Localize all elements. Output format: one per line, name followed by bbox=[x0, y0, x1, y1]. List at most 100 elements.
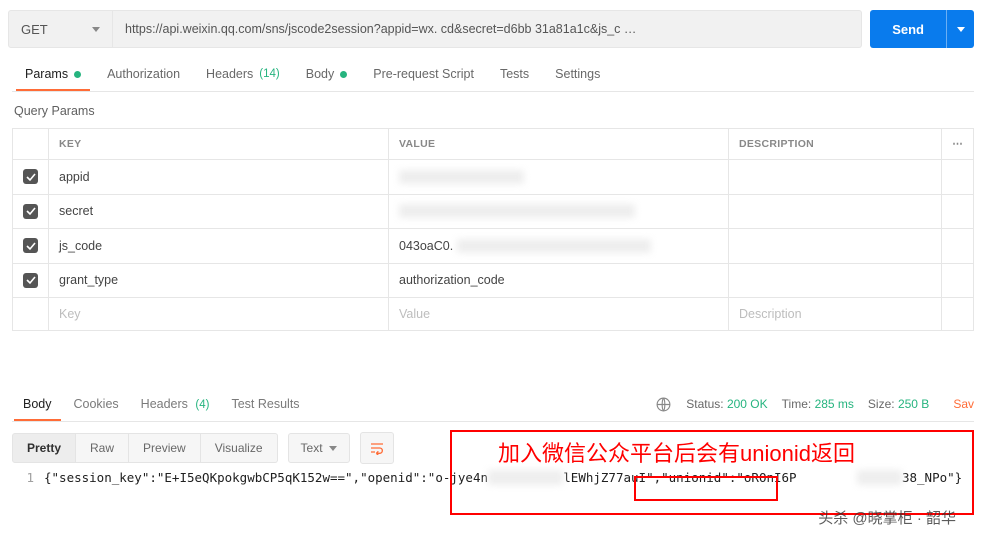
chevron-down-icon bbox=[957, 27, 965, 32]
blurred-value: 012345678901234567 bbox=[399, 170, 524, 184]
key-cell[interactable]: grant_type bbox=[49, 263, 389, 298]
save-response-link[interactable]: Sav bbox=[953, 397, 974, 411]
value-cell[interactable]: 012345678901234567 bbox=[389, 160, 729, 195]
check-icon bbox=[23, 169, 38, 184]
url-text: https://api.weixin.qq.com/sns/jscode2ses… bbox=[125, 22, 636, 36]
checkbox-cell[interactable] bbox=[13, 229, 49, 264]
table-row: grant_type authorization_code bbox=[13, 263, 974, 298]
description-cell[interactable] bbox=[729, 263, 942, 298]
size-block: Size: 250 B bbox=[868, 397, 929, 411]
check-icon bbox=[23, 273, 38, 288]
tab-authorization[interactable]: Authorization bbox=[94, 58, 193, 91]
tab-settings[interactable]: Settings bbox=[542, 58, 613, 91]
checkbox-cell bbox=[13, 298, 49, 331]
request-bar: GET https://api.weixin.qq.com/sns/jscode… bbox=[0, 0, 986, 58]
key-cell[interactable]: appid bbox=[49, 160, 389, 195]
table-row-new: Key Value Description bbox=[13, 298, 974, 331]
tab-prerequest[interactable]: Pre-request Script bbox=[360, 58, 487, 91]
checkbox-cell[interactable] bbox=[13, 263, 49, 298]
rtab-cookies[interactable]: Cookies bbox=[63, 387, 130, 421]
header-check bbox=[13, 129, 49, 160]
more-cell bbox=[942, 298, 974, 331]
active-dot-icon bbox=[340, 71, 347, 78]
header-more[interactable]: ⋯ bbox=[942, 129, 974, 160]
key-cell[interactable]: secret bbox=[49, 194, 389, 229]
type-label: Text bbox=[301, 441, 323, 455]
tab-label: Headers bbox=[206, 67, 253, 81]
response-tabs: Body Cookies Headers (4) Test Results St… bbox=[0, 387, 986, 421]
tab-params[interactable]: Params bbox=[12, 58, 94, 91]
view-raw[interactable]: Raw bbox=[76, 433, 129, 463]
rtab-label: Headers bbox=[141, 397, 188, 411]
view-pretty[interactable]: Pretty bbox=[12, 433, 76, 463]
view-preview[interactable]: Preview bbox=[129, 433, 201, 463]
status-label: Status: bbox=[686, 397, 723, 411]
description-cell[interactable] bbox=[729, 160, 942, 195]
description-cell[interactable] bbox=[729, 229, 942, 264]
tab-tests[interactable]: Tests bbox=[487, 58, 542, 91]
blurred-value: 0123456789012345678901234567890123 bbox=[399, 204, 635, 218]
rtab-headers[interactable]: Headers (4) bbox=[130, 387, 221, 421]
checkbox-cell[interactable] bbox=[13, 160, 49, 195]
request-tabs: Params Authorization Headers (14) Body P… bbox=[0, 58, 986, 91]
method-label: GET bbox=[21, 22, 48, 37]
check-icon bbox=[23, 204, 38, 219]
headers-count: (14) bbox=[259, 68, 279, 80]
watermark: 头杀 @晓掌柜 · 韶华 bbox=[818, 507, 956, 528]
key-cell[interactable]: js_code bbox=[49, 229, 389, 264]
size-value: 250 B bbox=[898, 397, 929, 411]
send-button-group: Send bbox=[870, 10, 974, 48]
view-visualize[interactable]: Visualize bbox=[201, 433, 278, 463]
rtab-testresults[interactable]: Test Results bbox=[220, 387, 310, 421]
chevron-down-icon bbox=[329, 446, 337, 451]
highlight-box-outer bbox=[450, 430, 974, 515]
key-placeholder[interactable]: Key bbox=[49, 298, 389, 331]
checkbox-cell[interactable] bbox=[13, 194, 49, 229]
time-value: 285 ms bbox=[815, 397, 854, 411]
more-cell bbox=[942, 194, 974, 229]
header-description: DESCRIPTION bbox=[729, 129, 942, 160]
status-value: 200 OK bbox=[727, 397, 768, 411]
table-row: secret 012345678901234567890123456789012… bbox=[13, 194, 974, 229]
size-label: Size: bbox=[868, 397, 895, 411]
send-options-button[interactable] bbox=[946, 10, 974, 48]
tab-label: Params bbox=[25, 67, 68, 81]
active-dot-icon bbox=[74, 71, 81, 78]
tab-body[interactable]: Body bbox=[293, 58, 361, 91]
tab-label: Body bbox=[306, 67, 335, 81]
description-placeholder[interactable]: Description bbox=[729, 298, 942, 331]
query-params-label: Query Params bbox=[0, 92, 986, 128]
chevron-down-icon bbox=[92, 27, 100, 32]
value-cell[interactable]: 043oaC0. 0123456789012345678901234567 bbox=[389, 229, 729, 264]
response-status: Status: 200 OK Time: 285 ms Size: 250 B … bbox=[655, 396, 974, 413]
body-type-select[interactable]: Text bbox=[288, 433, 350, 463]
rtab-body[interactable]: Body bbox=[12, 387, 63, 421]
send-button[interactable]: Send bbox=[870, 10, 946, 48]
tab-headers[interactable]: Headers (14) bbox=[193, 58, 293, 91]
status-block: Status: 200 OK bbox=[686, 397, 767, 411]
line-number: 1 bbox=[12, 470, 44, 485]
more-cell bbox=[942, 160, 974, 195]
globe-icon[interactable] bbox=[655, 396, 672, 413]
table-row: appid 012345678901234567 bbox=[13, 160, 974, 195]
time-label: Time: bbox=[782, 397, 812, 411]
divider bbox=[12, 421, 974, 422]
header-value: VALUE bbox=[389, 129, 729, 160]
check-icon bbox=[23, 238, 38, 253]
url-input[interactable]: https://api.weixin.qq.com/sns/jscode2ses… bbox=[113, 10, 862, 48]
params-table: KEY VALUE DESCRIPTION ⋯ appid 0123456789… bbox=[12, 128, 974, 331]
value-cell[interactable]: authorization_code bbox=[389, 263, 729, 298]
more-cell bbox=[942, 263, 974, 298]
table-header-row: KEY VALUE DESCRIPTION ⋯ bbox=[13, 129, 974, 160]
headers-count: (4) bbox=[195, 399, 209, 411]
method-select[interactable]: GET bbox=[8, 10, 113, 48]
table-row: js_code 043oaC0. 01234567890123456789012… bbox=[13, 229, 974, 264]
time-block: Time: 285 ms bbox=[782, 397, 854, 411]
description-cell[interactable] bbox=[729, 194, 942, 229]
value-cell[interactable]: 0123456789012345678901234567890123 bbox=[389, 194, 729, 229]
value-placeholder[interactable]: Value bbox=[389, 298, 729, 331]
line-wrap-button[interactable] bbox=[360, 432, 394, 464]
header-key: KEY bbox=[49, 129, 389, 160]
more-cell bbox=[942, 229, 974, 264]
blurred-value: 0123456789012345678901234567 bbox=[457, 239, 652, 253]
